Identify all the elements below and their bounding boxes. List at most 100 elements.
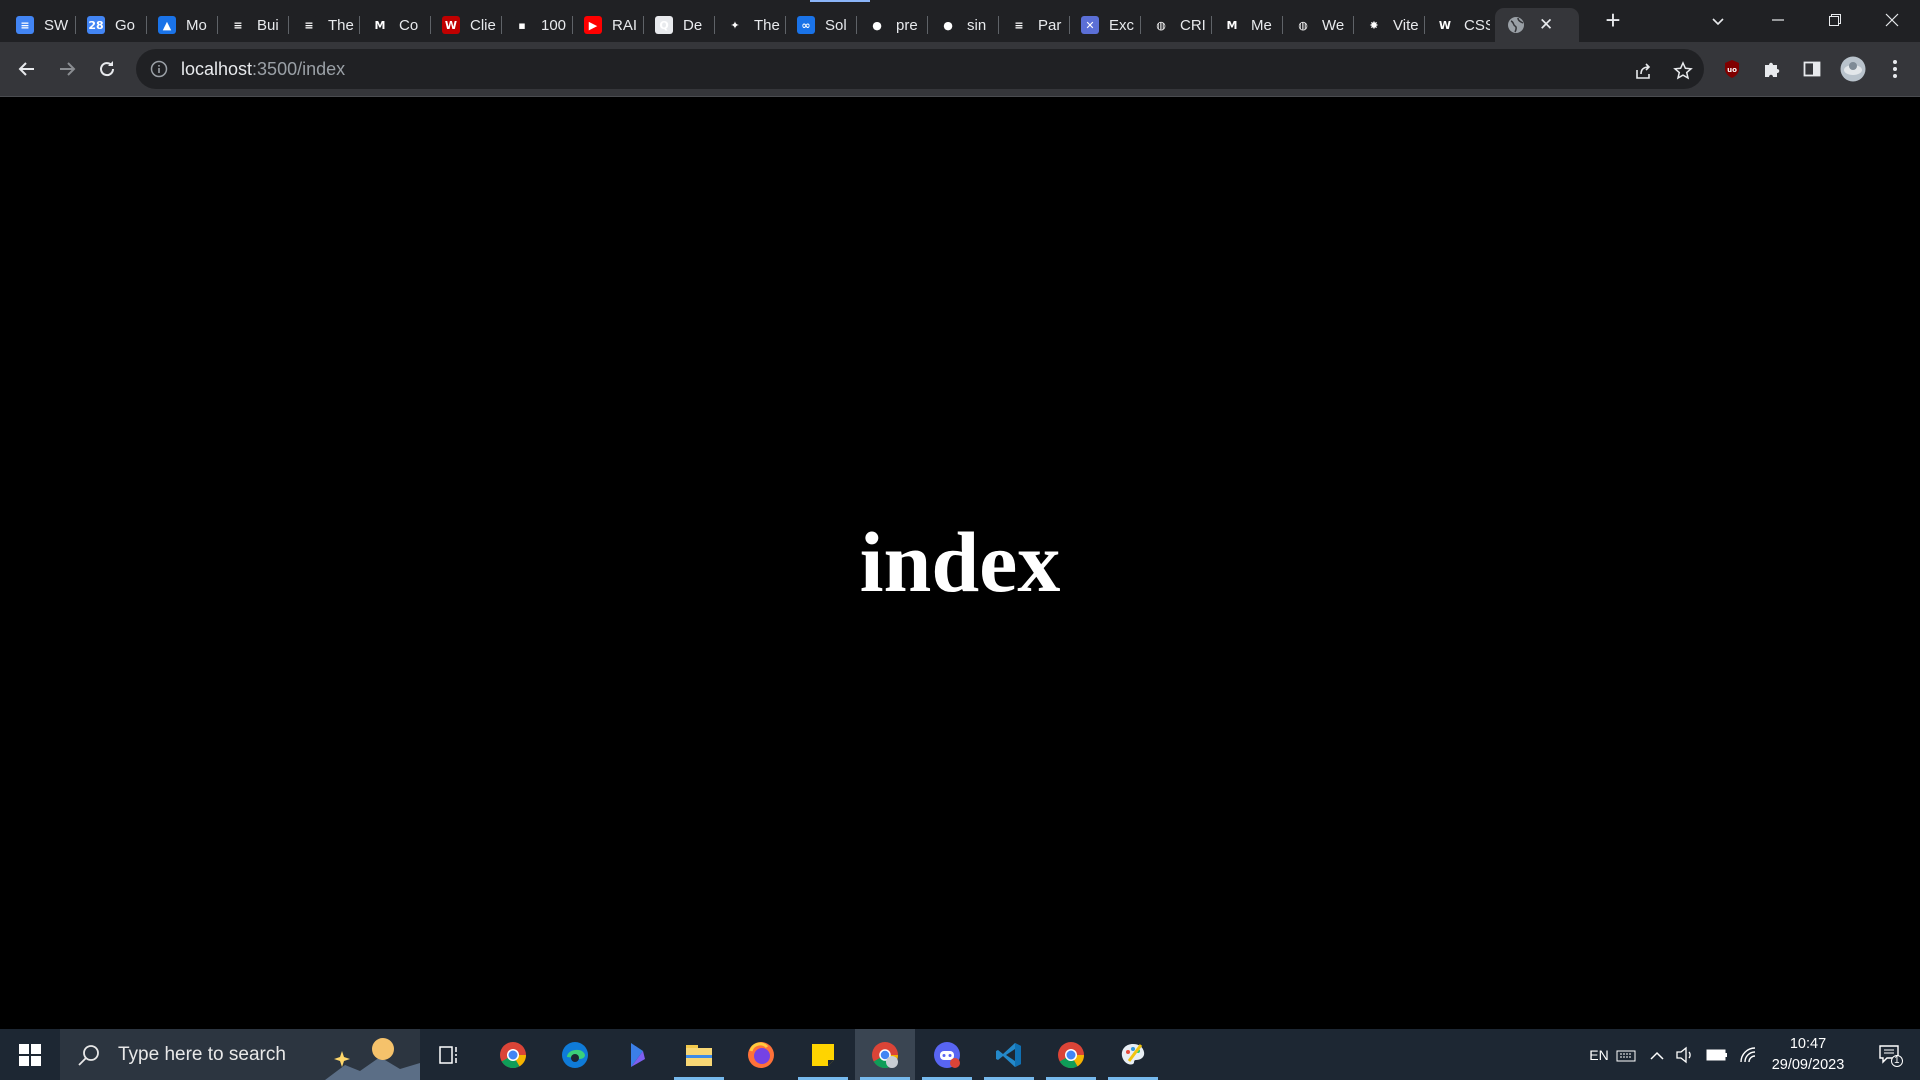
chevron-up-icon [1650, 1051, 1664, 1060]
browser-tab[interactable]: ✕ Exc [1069, 8, 1140, 42]
globe-icon: ◍ [1152, 16, 1170, 34]
url-text: localhost:3500/index [181, 59, 345, 80]
google-docs-icon: ≡ [16, 16, 34, 34]
reload-button[interactable] [92, 54, 122, 84]
share-button[interactable] [1631, 59, 1655, 83]
vite-icon: ✸ [1365, 16, 1383, 34]
side-panel-button[interactable] [1797, 54, 1827, 84]
browser-tab[interactable]: ✦ The [714, 8, 785, 42]
tab-title: RAI [612, 16, 638, 34]
minimize-icon [1771, 19, 1784, 21]
share-icon [1636, 63, 1651, 79]
taskbar-app-vscode[interactable] [979, 1029, 1039, 1080]
network-button[interactable] [1736, 1029, 1760, 1080]
tab-strip: ≡ SW 28 Go ▲ Mo ≡ Bui ≡ The M Co W Clie ▪ 100 ▶ RAI Q De ✦ Th… [0, 0, 1920, 42]
bookmark-button[interactable] [1671, 59, 1695, 83]
tab-search-button[interactable] [1703, 6, 1733, 36]
new-tab-button[interactable]: + [1598, 6, 1628, 36]
sticky-notes-icon [812, 1043, 834, 1066]
clock[interactable]: 10:47 29/09/2023 [1764, 1034, 1852, 1076]
w-green-icon: W [1436, 16, 1454, 34]
volume-button[interactable] [1673, 1029, 1697, 1080]
browser-tab[interactable]: W CSS [1424, 8, 1495, 42]
browser-tab[interactable]: ≡ SW [4, 8, 75, 42]
taskbar-app-edge[interactable] [545, 1029, 605, 1080]
taskbar-app-sticky-notes[interactable] [793, 1029, 853, 1080]
task-view-icon [439, 1045, 457, 1064]
clock-time: 10:47 [1789, 1036, 1827, 1052]
browser-tab[interactable]: ◍ CRI [1140, 8, 1211, 42]
browser-tab[interactable]: M Co [359, 8, 430, 42]
close-window-button[interactable] [1863, 0, 1920, 40]
browser-toolbar: localhost:3500/index uo [0, 42, 1920, 97]
battery-button[interactable] [1704, 1029, 1730, 1080]
globe-icon [1508, 17, 1524, 33]
browser-tab[interactable]: ∞ Sol [785, 8, 856, 42]
page-heading: index [859, 514, 1061, 610]
taskbar-search-box[interactable]: Type here to search [60, 1029, 420, 1080]
browser-tab[interactable]: ▲ Mo [146, 8, 217, 42]
browser-tab[interactable]: 28 Go [75, 8, 146, 42]
browser-tab[interactable]: ≡ Par [998, 8, 1069, 42]
taskbar-app-firefox[interactable] [731, 1029, 791, 1080]
extensions-button[interactable] [1757, 54, 1787, 84]
url-host: localhost [181, 58, 253, 79]
browser-tab[interactable]: ● pre [856, 8, 927, 42]
browser-tab[interactable]: ≡ The [288, 8, 359, 42]
browser-tab[interactable]: ▪ 100 [501, 8, 572, 42]
taskbar-app-chrome-alt[interactable] [1041, 1029, 1101, 1080]
address-bar[interactable]: localhost:3500/index [136, 49, 1704, 89]
browser-tab[interactable]: M Me [1211, 8, 1282, 42]
google-contacts-icon: ▲ [158, 16, 176, 34]
notification-count: 1 [1894, 1055, 1900, 1066]
profile-button[interactable] [1838, 54, 1868, 84]
restore-icon [1828, 14, 1841, 26]
forward-button[interactable] [52, 54, 82, 84]
notification-icon [1879, 1044, 1903, 1067]
taskbar-app-discord-chrome[interactable] [917, 1029, 977, 1080]
taskbar-app-file-explorer[interactable] [669, 1029, 729, 1080]
browser-tab[interactable]: Q De [643, 8, 714, 42]
notification-center-button[interactable]: 1 [1868, 1029, 1914, 1080]
taskbar-app-paint[interactable] [1103, 1029, 1163, 1080]
keyboard-tray-button[interactable] [1614, 1029, 1638, 1080]
arrow-left-icon [18, 62, 34, 76]
search-icon [78, 1044, 99, 1066]
browser-tab[interactable]: ✸ Vite [1353, 8, 1424, 42]
back-button[interactable] [12, 54, 42, 84]
minimize-button[interactable] [1749, 0, 1806, 40]
google-calendar-icon: 28 [87, 16, 105, 34]
browser-tab[interactable]: ● sin [927, 8, 998, 42]
menu-button[interactable] [1880, 54, 1910, 84]
close-icon [1885, 13, 1898, 27]
browser-tab-active[interactable]: ✕ [1495, 8, 1579, 42]
browser-tab[interactable]: ▶ RAI [572, 8, 643, 42]
start-button[interactable] [0, 1029, 60, 1080]
browser-tab[interactable]: ≡ Bui [217, 8, 288, 42]
window-controls [1749, 0, 1920, 42]
browser-tab[interactable]: W Clie [430, 8, 501, 42]
tab-title: SW [44, 16, 69, 34]
info-icon[interactable] [150, 60, 168, 78]
taskbar-app-bing[interactable] [607, 1029, 667, 1080]
keyboard-icon [1616, 1050, 1636, 1061]
browser-tab[interactable]: ◍ We [1282, 8, 1353, 42]
tab-title: Co [399, 16, 419, 34]
search-highlight-illustration-icon [325, 1038, 420, 1080]
restore-button[interactable] [1806, 0, 1863, 40]
file-explorer-icon [686, 1044, 712, 1066]
puzzle-icon [1765, 62, 1780, 77]
task-view-button[interactable] [420, 1029, 480, 1080]
colorful-m-icon: M [1223, 16, 1241, 34]
builder-icon: ≡ [229, 16, 247, 34]
taskbar-app-chrome[interactable] [483, 1029, 543, 1080]
taskbar-app-chrome-profile[interactable] [855, 1029, 915, 1080]
tab-list: ≡ SW 28 Go ▲ Mo ≡ Bui ≡ The M Co W Clie ▪ 100 ▶ RAI Q De ✦ Th… [4, 0, 1579, 42]
tab-title: Par [1038, 16, 1062, 34]
ublock-extension-button[interactable]: uo [1717, 54, 1747, 84]
show-hidden-icons-button[interactable] [1645, 1029, 1669, 1080]
url-path: :3500/index [252, 58, 346, 79]
language-indicator[interactable]: EN [1586, 1029, 1612, 1080]
tab-title: The [328, 16, 354, 34]
close-tab-button[interactable]: ✕ [1539, 15, 1553, 35]
